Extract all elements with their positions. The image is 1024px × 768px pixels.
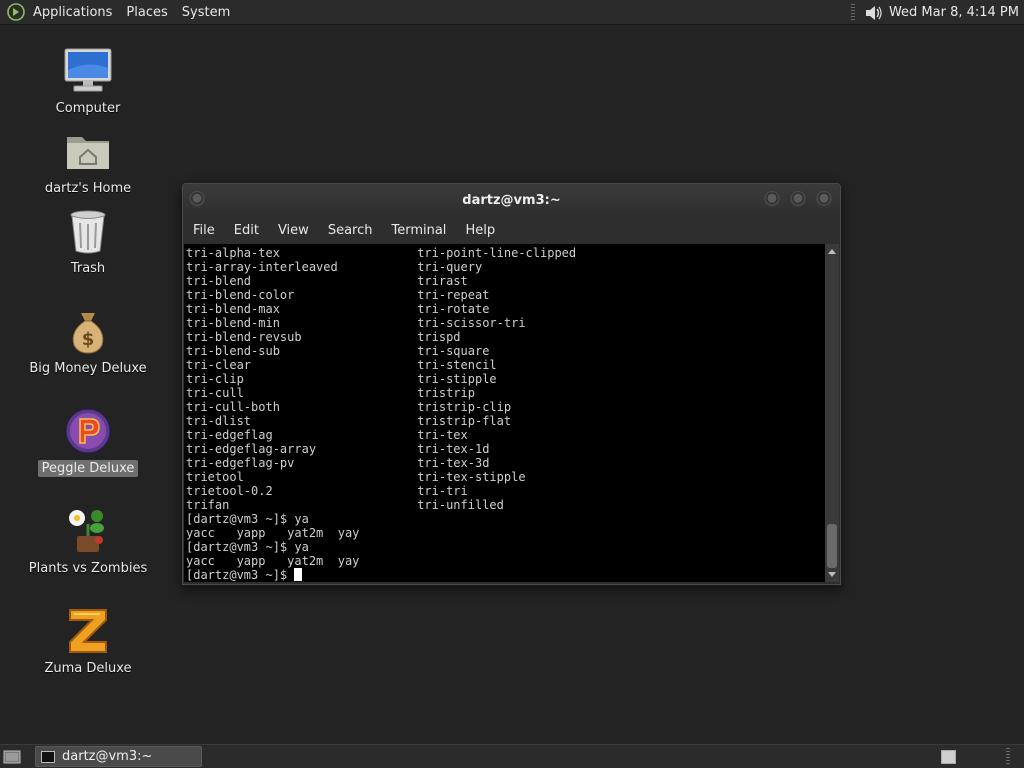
close-button[interactable] [816,191,832,207]
desktop-icon-peggle[interactable]: Peggle Deluxe [28,404,148,477]
desktop-icon-label: Computer [55,101,121,116]
menu-search[interactable]: Search [328,223,373,238]
volume-icon[interactable] [863,3,883,23]
panel-handle[interactable] [1006,748,1010,766]
desktop-icon-label: Trash [70,261,106,276]
menu-terminal[interactable]: Terminal [391,223,446,238]
plants-vs-zombies-icon [69,510,104,552]
zuma-icon [69,609,107,653]
terminal-text: tri-alpha-tex tri-point-line-clipped tri… [186,246,577,582]
window-title: dartz@vm3:~ [462,193,561,208]
terminal-scrollbar[interactable] [825,244,839,582]
minimize-button[interactable] [764,191,780,207]
maximize-button[interactable] [790,191,806,207]
desktop-icon-trash[interactable]: Trash [28,204,148,277]
menu-view[interactable]: View [278,223,309,238]
desktop-icon-label: Peggle Deluxe [37,460,139,477]
desktop-icon-big-money[interactable]: $ Big Money Deluxe [28,304,148,377]
peggle-icon [65,408,111,454]
show-desktop-icon[interactable] [3,748,21,766]
taskbar-label: dartz@vm3:~ [62,749,153,764]
panel-handle[interactable] [850,4,855,21]
scroll-thumb[interactable] [827,524,837,568]
terminal-icon [41,750,55,763]
terminal-output[interactable]: tri-alpha-tex tri-point-line-clipped tri… [184,244,826,582]
menu-file[interactable]: File [193,223,215,238]
gnome-foot-icon[interactable] [7,3,25,21]
scroll-down-arrow-icon[interactable] [828,572,836,577]
clock[interactable]: Wed Mar 8, 4:14 PM [889,5,1019,20]
menu-help[interactable]: Help [465,223,495,238]
panel-tray: Wed Mar 8, 4:14 PM [850,0,1024,25]
top-panel: Applications Places System Wed Mar 8, 4:… [0,0,1024,25]
desktop-icon-label: dartz's Home [44,181,132,196]
menu-edit[interactable]: Edit [234,223,259,238]
workspace-switcher[interactable] [941,750,956,764]
terminal-menubar: File Edit View Search Terminal Help [183,216,840,244]
menu-applications[interactable]: Applications [33,5,112,20]
computer-icon [64,48,112,92]
bottom-panel: dartz@vm3:~ [0,744,1024,768]
trash-icon [70,210,106,254]
window-titlebar[interactable]: dartz@vm3:~ [183,184,840,216]
desktop-icon-label: Big Money Deluxe [29,361,147,376]
taskbar-terminal-button[interactable]: dartz@vm3:~ [35,746,202,767]
desktop-icon-label: Plants vs Zombies [28,561,148,576]
desktop-icon-home[interactable]: dartz's Home [28,124,148,197]
svg-text:$: $ [82,329,95,350]
menu-system[interactable]: System [182,5,230,20]
desktop-icon-plants-vs-zombies[interactable]: Plants vs Zombies [28,504,148,577]
home-folder-icon [67,137,109,169]
text-cursor [294,568,303,581]
desktop-icon-zuma[interactable]: Zuma Deluxe [28,604,148,677]
scroll-up-arrow-icon[interactable] [828,249,836,254]
money-bag-icon: $ [72,313,104,354]
menu-places[interactable]: Places [126,5,167,20]
terminal-window: dartz@vm3:~ File Edit View Search Termin… [182,183,841,585]
desktop-icon-computer[interactable]: Computer [28,44,148,117]
desktop-icon-label: Zuma Deluxe [44,661,132,676]
